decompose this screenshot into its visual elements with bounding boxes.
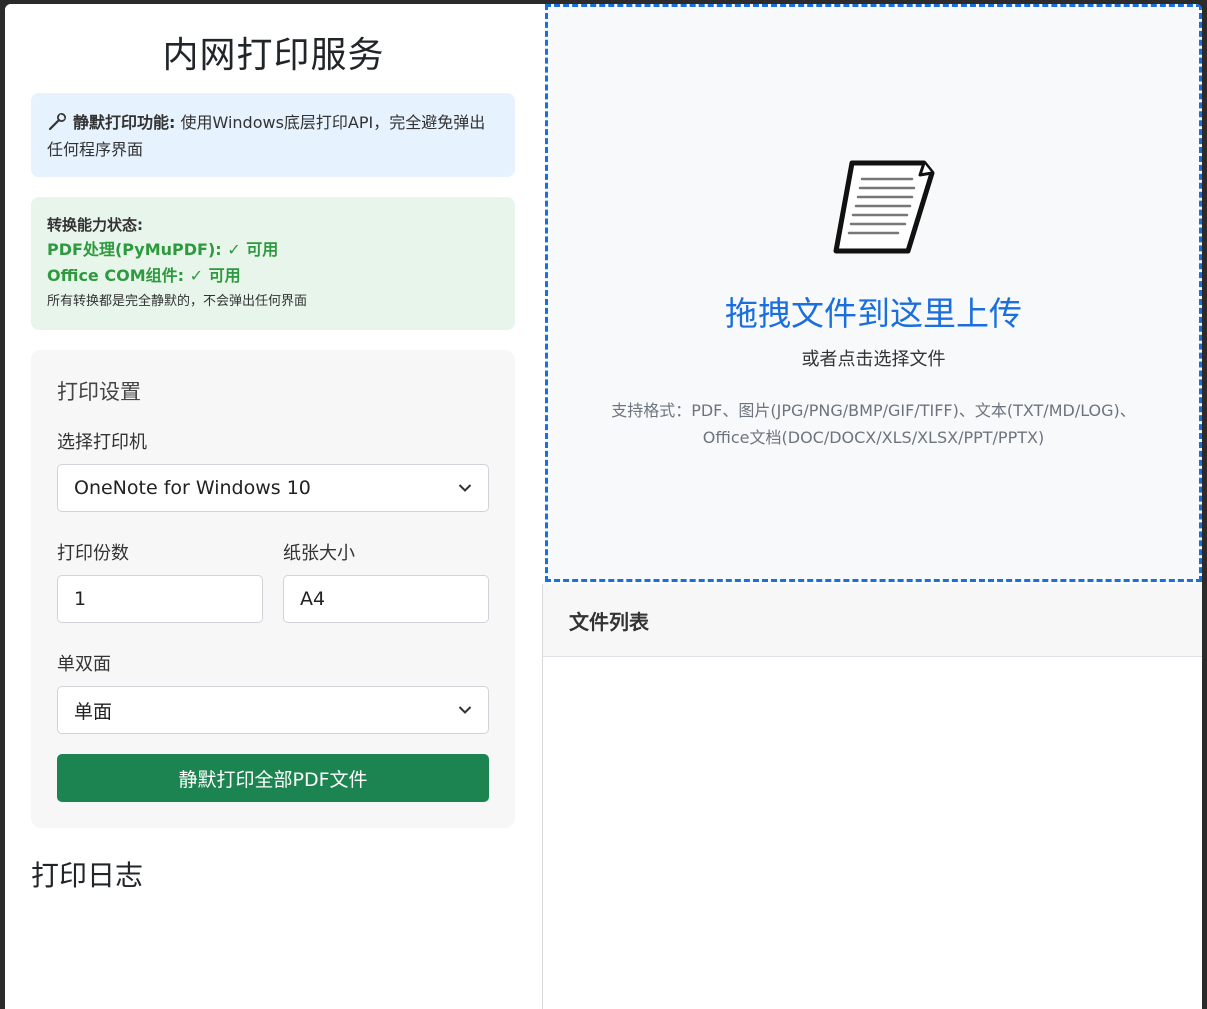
printer-label: 选择打印机 [57, 432, 147, 453]
file-list-title: 文件列表 [569, 610, 649, 634]
chevron-down-icon [458, 706, 472, 714]
printer-select-value: OneNote for Windows 10 [74, 477, 311, 499]
paper-label: 纸张大小 [283, 543, 355, 564]
app-window: 内网打印服务 静默打印功能: 使用Windows底层打印API，完全避免弹出任何… [5, 4, 1202, 1009]
formats-line-2: Office文档(DOC/DOCX/XLS/XLSX/PPT/PPTX) [702, 428, 1045, 447]
upload-title: 拖拽文件到这里上传 [725, 294, 1022, 333]
copies-input[interactable]: 1 [57, 575, 263, 623]
copies-label: 打印份数 [57, 543, 129, 564]
status-pdf: PDF处理(PyMuPDF): ✓ 可用 [47, 240, 279, 259]
paper-size-value: A4 [300, 588, 326, 610]
paper-size-input[interactable]: A4 [283, 575, 489, 623]
file-list-header: 文件列表 [543, 584, 1202, 657]
status-note: 所有转换都是完全静默的，不会弹出任何界面 [47, 294, 308, 309]
file-list [543, 657, 1202, 1009]
left-panel: 内网打印服务 静默打印功能: 使用Windows底层打印API，完全避免弹出任何… [5, 4, 542, 1009]
upload-subtitle[interactable]: 或者点击选择文件 [548, 345, 1199, 371]
print-settings-panel: 打印设置 选择打印机 OneNote for Windows 10 打印份数 纸… [31, 350, 515, 828]
print-log-title: 打印日志 [31, 859, 144, 892]
printer-select[interactable]: OneNote for Windows 10 [57, 464, 489, 512]
supported-formats: 支持格式：PDF、图片(JPG/PNG/BMP/GIF/TIFF)、文本(TXT… [558, 397, 1189, 451]
duplex-select-value: 单面 [74, 700, 113, 723]
status-office: Office COM组件: ✓ 可用 [47, 266, 241, 285]
conversion-status-box: 转换能力状态: PDF处理(PyMuPDF): ✓ 可用 Office COM组… [31, 197, 515, 330]
upload-dropzone[interactable]: 拖拽文件到这里上传 或者点击选择文件 支持格式：PDF、图片(JPG/PNG/B… [545, 4, 1202, 582]
info-label: 静默打印功能: [73, 113, 176, 132]
wrench-icon [47, 112, 67, 131]
duplex-select[interactable]: 单面 [57, 686, 489, 734]
page-title: 内网打印服务 [162, 35, 385, 76]
duplex-label: 单双面 [57, 654, 111, 675]
silent-print-info-box: 静默打印功能: 使用Windows底层打印API，完全避免弹出任何程序界面 [31, 93, 515, 177]
status-title: 转换能力状态: [47, 216, 143, 234]
silent-print-all-button[interactable]: 静默打印全部PDF文件 [57, 754, 489, 802]
copies-input-value: 1 [74, 588, 87, 610]
formats-line-1: 支持格式：PDF、图片(JPG/PNG/BMP/GIF/TIFF)、文本(TXT… [611, 401, 1136, 420]
document-icon [833, 160, 935, 254]
settings-title: 打印设置 [57, 380, 141, 404]
chevron-down-icon [458, 484, 472, 492]
